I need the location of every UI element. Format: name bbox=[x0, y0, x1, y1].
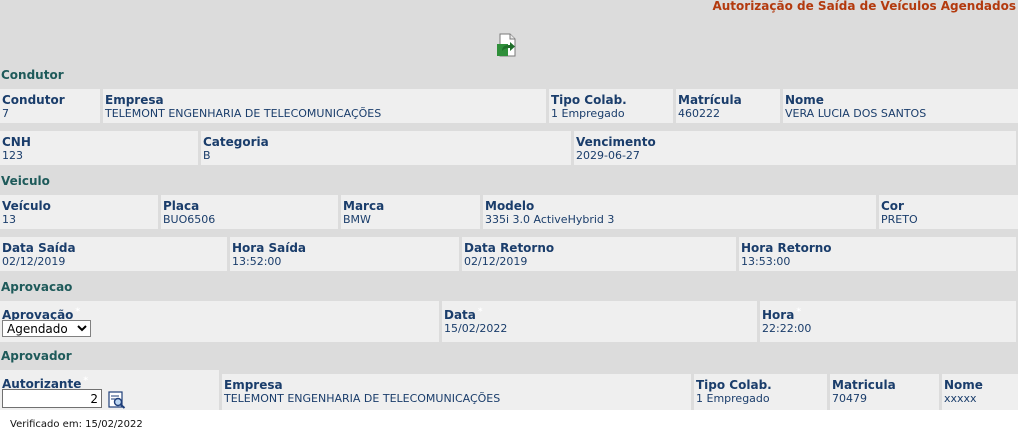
veiculo-data-retorno-value: 02/12/2019 bbox=[464, 255, 528, 268]
aprovador-matricula-field: Matricula 70479 bbox=[830, 374, 939, 410]
veiculo-data-retorno-label: Data Retorno bbox=[464, 241, 555, 255]
condutor-matricula-field: Matrícula 460222 bbox=[676, 89, 780, 123]
veiculo-hora-saida-label: Hora Saída bbox=[232, 241, 307, 255]
condutor-id-field: Condutor 7 bbox=[0, 89, 100, 123]
condutor-categoria-value: B bbox=[203, 149, 211, 162]
aprovador-tipo-colab-label: Tipo Colab. bbox=[696, 378, 772, 392]
condutor-empresa-label: Empresa bbox=[105, 93, 164, 107]
required-mark: * bbox=[477, 307, 483, 317]
aprovador-autorizante-input[interactable] bbox=[2, 389, 102, 408]
condutor-cnh-value: 123 bbox=[2, 149, 23, 162]
veiculo-marca-field: Marca BMW bbox=[341, 195, 480, 229]
veiculo-id-field: Veículo 13 bbox=[0, 195, 158, 229]
condutor-nome-value: VERA LUCIA DOS SANTOS bbox=[785, 107, 927, 120]
export-document-icon[interactable] bbox=[495, 33, 519, 57]
veiculo-cor-value: PRETO bbox=[881, 213, 918, 226]
aprovacao-data-field: Data * 15/02/2022 bbox=[442, 301, 757, 342]
veiculo-id-label: Veículo bbox=[2, 199, 51, 213]
condutor-vencimento-label: Vencimento bbox=[576, 135, 656, 149]
aprovacao-hora-value: 22:22:00 bbox=[762, 322, 812, 335]
main-panel: Autorização de Saída de Veículos Agendad… bbox=[0, 0, 1018, 410]
veiculo-marca-label: Marca bbox=[343, 199, 385, 213]
veiculo-hora-retorno-label: Hora Retorno bbox=[741, 241, 832, 255]
aprovacao-status-select[interactable]: Agendado bbox=[2, 320, 91, 337]
veiculo-data-saida-label: Data Saída bbox=[2, 241, 76, 255]
section-condutor: Condutor bbox=[1, 68, 64, 82]
aprovador-nome-field: Nome xxxxx bbox=[942, 374, 1018, 410]
veiculo-cor-label: Cor bbox=[881, 199, 904, 213]
veiculo-placa-value: BUO6506 bbox=[163, 213, 216, 226]
condutor-matricula-value: 460222 bbox=[678, 107, 720, 120]
search-lookup-icon[interactable] bbox=[108, 391, 126, 409]
aprovacao-hora-field: Hora * 22:22:00 bbox=[760, 301, 1016, 342]
condutor-nome-label: Nome bbox=[785, 93, 824, 107]
aprovador-nome-label: Nome bbox=[944, 378, 983, 392]
aprovacao-hora-label-text: Hora bbox=[762, 308, 795, 322]
required-mark: * bbox=[796, 307, 802, 317]
veiculo-data-retorno-field: Data Retorno 02/12/2019 bbox=[462, 237, 736, 271]
verification-footer: Verificado em: 15/02/2022 bbox=[10, 419, 143, 430]
veiculo-cor-field: Cor PRETO bbox=[879, 195, 1018, 229]
condutor-categoria-label: Categoria bbox=[203, 135, 269, 149]
veiculo-placa-label: Placa bbox=[163, 199, 200, 213]
condutor-vencimento-field: Vencimento 2029-06-27 bbox=[574, 131, 1016, 165]
aprovacao-hora-label: Hora * bbox=[762, 305, 1016, 322]
aprovacao-data-value: 15/02/2022 bbox=[444, 322, 508, 335]
aprovacao-data-label: Data * bbox=[444, 305, 757, 322]
section-aprovacao: Aprovacao bbox=[1, 280, 73, 294]
aprovacao-data-label-text: Data bbox=[444, 308, 476, 322]
aprovador-matricula-value: 70479 bbox=[832, 392, 867, 405]
condutor-id-value: 7 bbox=[2, 107, 9, 120]
veiculo-id-value: 13 bbox=[2, 213, 16, 226]
veiculo-placa-field: Placa BUO6506 bbox=[161, 195, 338, 229]
page-title: Autorização de Saída de Veículos Agendad… bbox=[712, 0, 1016, 13]
veiculo-hora-saida-field: Hora Saída 13:52:00 bbox=[230, 237, 459, 271]
condutor-empresa-value: TELEMONT ENGENHARIA DE TELECOMUNICAÇÕES bbox=[105, 107, 382, 120]
veiculo-modelo-field: Modelo 335i 3.0 ActiveHybrid 3 bbox=[483, 195, 876, 229]
condutor-matricula-label: Matrícula bbox=[678, 93, 742, 107]
veiculo-data-saida-value: 02/12/2019 bbox=[2, 255, 66, 268]
aprovador-empresa-value: TELEMONT ENGENHARIA DE TELECOMUNICAÇÕES bbox=[224, 392, 501, 405]
aprovador-tipo-colab-field: Tipo Colab. 1 Empregado bbox=[694, 374, 827, 410]
veiculo-marca-value: BMW bbox=[343, 213, 371, 226]
condutor-tipo-colab-label: Tipo Colab. bbox=[551, 93, 627, 107]
required-mark: * bbox=[83, 376, 89, 386]
veiculo-modelo-value: 335i 3.0 ActiveHybrid 3 bbox=[485, 213, 615, 226]
veiculo-hora-saida-value: 13:52:00 bbox=[232, 255, 282, 268]
condutor-nome-field: Nome VERA LUCIA DOS SANTOS bbox=[783, 89, 1018, 123]
aprovador-empresa-label: Empresa bbox=[224, 378, 283, 392]
condutor-tipo-colab-value: 1 Empregado bbox=[551, 107, 625, 120]
condutor-cnh-label: CNH bbox=[2, 135, 31, 149]
veiculo-hora-retorno-field: Hora Retorno 13:53:00 bbox=[739, 237, 1016, 271]
section-veiculo: Veiculo bbox=[1, 174, 50, 188]
veiculo-modelo-label: Modelo bbox=[485, 199, 535, 213]
aprovador-tipo-colab-value: 1 Empregado bbox=[696, 392, 770, 405]
veiculo-hora-retorno-value: 13:53:00 bbox=[741, 255, 791, 268]
condutor-categoria-field: Categoria B bbox=[201, 131, 571, 165]
condutor-empresa-field: Empresa TELEMONT ENGENHARIA DE TELECOMUN… bbox=[103, 89, 546, 123]
condutor-tipo-colab-field: Tipo Colab. 1 Empregado bbox=[549, 89, 673, 123]
required-mark: * bbox=[75, 307, 81, 317]
aprovador-nome-value: xxxxx bbox=[944, 392, 977, 405]
section-aprovador: Aprovador bbox=[1, 349, 72, 363]
veiculo-data-saida-field: Data Saída 02/12/2019 bbox=[0, 237, 227, 271]
aprovador-matricula-label: Matricula bbox=[832, 378, 896, 392]
condutor-cnh-field: CNH 123 bbox=[0, 131, 198, 165]
condutor-id-label: Condutor bbox=[2, 93, 65, 107]
aprovador-empresa-field: Empresa TELEMONT ENGENHARIA DE TELECOMUN… bbox=[222, 374, 691, 410]
condutor-vencimento-value: 2029-06-27 bbox=[576, 149, 640, 162]
